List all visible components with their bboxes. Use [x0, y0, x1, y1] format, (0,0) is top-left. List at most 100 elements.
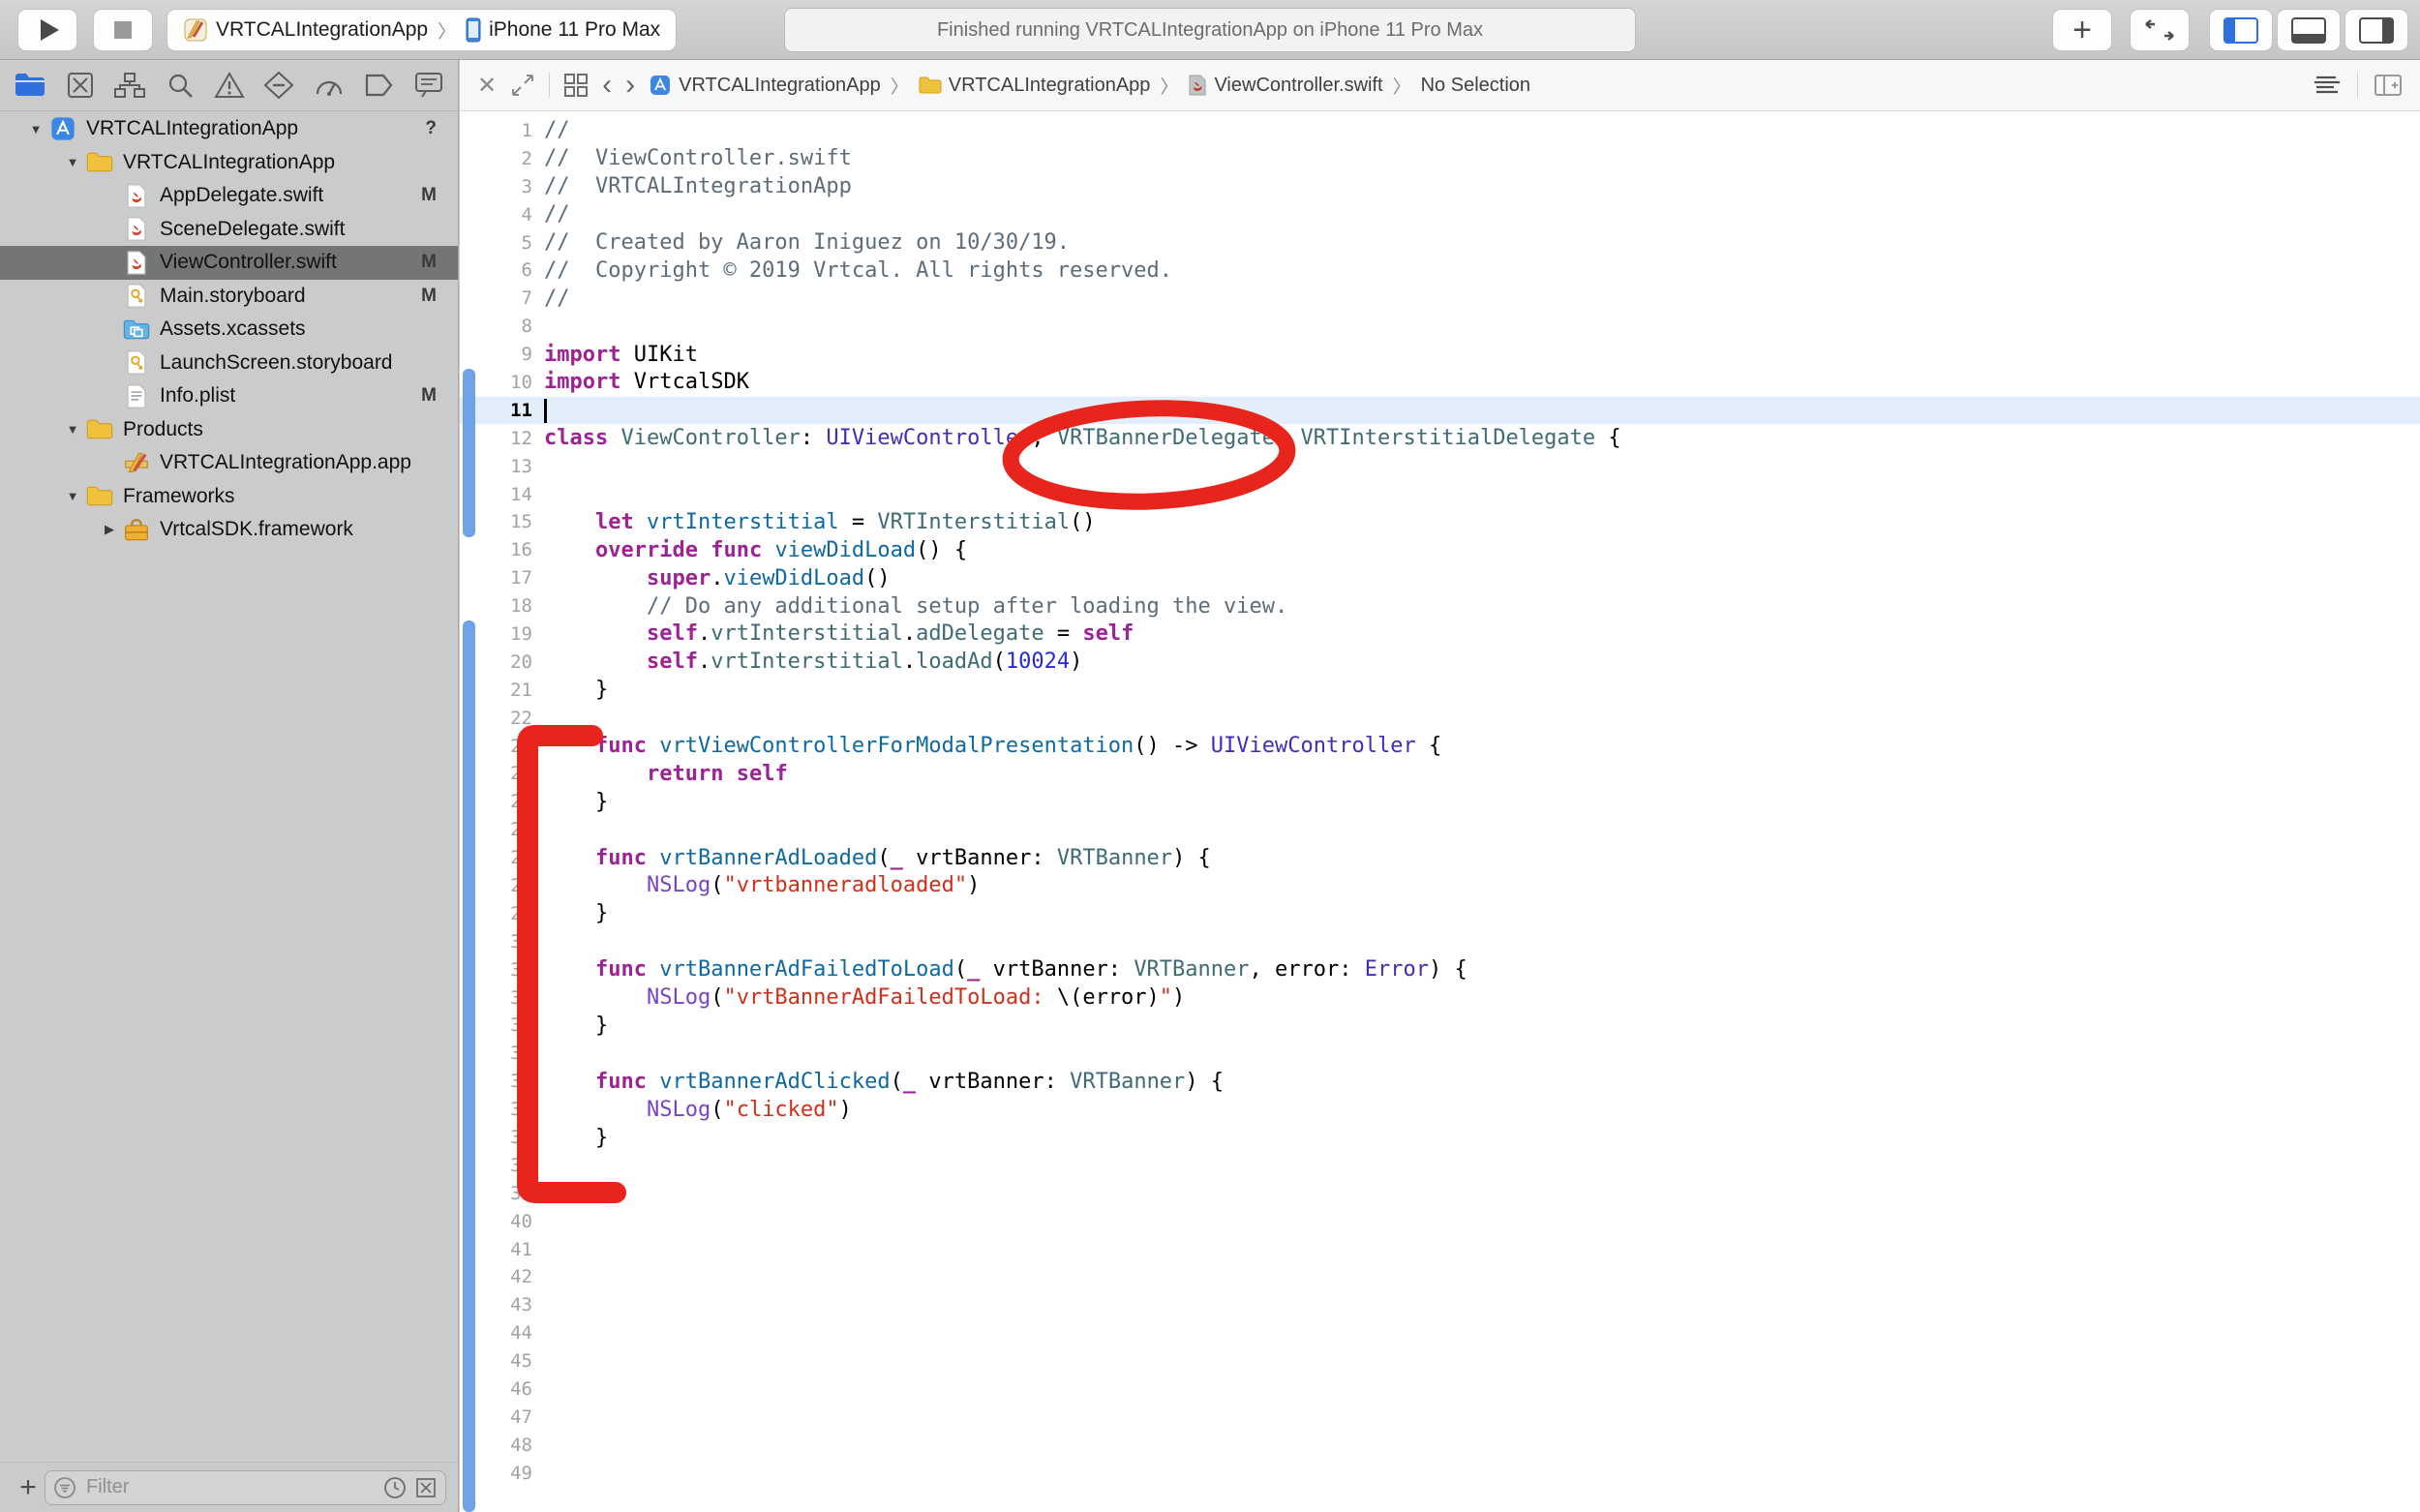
adjust-editor-options-icon[interactable]: [2313, 75, 2342, 96]
library-button[interactable]: +: [2052, 9, 2112, 51]
disclosure-triangle[interactable]: ▼: [60, 422, 85, 437]
forward-button[interactable]: ›: [625, 76, 635, 95]
file-row-viewcontroller-swift[interactable]: ViewController.swiftM: [0, 246, 458, 280]
code-line-47[interactable]: 47: [460, 1403, 2420, 1431]
code-line-34[interactable]: 34: [460, 1040, 2420, 1068]
code-line-36[interactable]: 36 NSLog("clicked"): [460, 1096, 2420, 1124]
report-navigator-icon[interactable]: [413, 71, 444, 100]
symbol-navigator-icon[interactable]: [113, 72, 146, 99]
code-line-1[interactable]: 1//: [460, 117, 2420, 145]
file-row-vrtcalintegrationapp[interactable]: ▼VRTCALIntegrationApp: [0, 146, 458, 180]
disclosure-triangle[interactable]: ▶: [97, 522, 122, 537]
file-row-frameworks[interactable]: ▼Frameworks: [0, 480, 458, 514]
code-line-27[interactable]: 27 func vrtBannerAdLoaded(_ vrtBanner: V…: [460, 844, 2420, 872]
toggle-navigator-button[interactable]: [2209, 9, 2273, 51]
code-line-16[interactable]: 16 override func viewDidLoad() {: [460, 536, 2420, 564]
code-line-30[interactable]: 30: [460, 927, 2420, 955]
code-line-13[interactable]: 13: [460, 452, 2420, 480]
file-row-appdelegate-swift[interactable]: AppDelegate.swiftM: [0, 179, 458, 213]
code-line-28[interactable]: 28 NSLog("vrtbanneradloaded"): [460, 872, 2420, 900]
code-line-38[interactable]: 38: [460, 1151, 2420, 1179]
code-line-25[interactable]: 25 }: [460, 788, 2420, 816]
code-line-39[interactable]: 39: [460, 1179, 2420, 1207]
code-line-23[interactable]: 23 func vrtViewControllerForModalPresent…: [460, 732, 2420, 760]
code-line-41[interactable]: 41: [460, 1235, 2420, 1263]
code-line-35[interactable]: 35 func vrtBannerAdClicked(_ vrtBanner: …: [460, 1068, 2420, 1096]
related-items-icon[interactable]: [563, 73, 589, 98]
code-line-40[interactable]: 40: [460, 1207, 2420, 1235]
recents-clock-icon[interactable]: [383, 1476, 407, 1499]
debug-navigator-icon[interactable]: [314, 71, 345, 100]
find-navigator-icon[interactable]: [166, 71, 195, 100]
code-line-6[interactable]: 6// Copyright © 2019 Vrtcal. All rights …: [460, 257, 2420, 285]
source-control-filter-icon[interactable]: [414, 1476, 438, 1499]
file-row-scenedelegate-swift[interactable]: SceneDelegate.swift: [0, 213, 458, 247]
close-editor-icon[interactable]: ✕: [477, 72, 497, 100]
toggle-debug-area-button[interactable]: [2277, 9, 2341, 51]
code-line-33[interactable]: 33 }: [460, 1012, 2420, 1040]
code-line-9[interactable]: 9import UIKit: [460, 341, 2420, 369]
code-line-49[interactable]: 49: [460, 1459, 2420, 1487]
focus-editor-icon[interactable]: [510, 73, 535, 98]
breadcrumb-file[interactable]: ViewController.swift: [1188, 74, 1382, 97]
add-editor-icon[interactable]: [2374, 74, 2403, 97]
code-line-12[interactable]: 12class ViewController: UIViewController…: [460, 424, 2420, 452]
code-line-4[interactable]: 4//: [460, 200, 2420, 228]
code-line-24[interactable]: 24 return self: [460, 760, 2420, 788]
file-row-products[interactable]: ▼Products: [0, 413, 458, 447]
code-line-5[interactable]: 5// Created by Aaron Iniguez on 10/30/19…: [460, 228, 2420, 257]
code-line-14[interactable]: 14: [460, 480, 2420, 508]
code-line-2[interactable]: 2// ViewController.swift: [460, 144, 2420, 172]
code-line-19[interactable]: 19 self.vrtInterstitial.adDelegate = sel…: [460, 620, 2420, 649]
breadcrumb-selection[interactable]: No Selection: [1421, 75, 1530, 97]
code-line-20[interactable]: 20 self.vrtInterstitial.loadAd(10024): [460, 648, 2420, 676]
test-navigator-icon[interactable]: [263, 71, 294, 100]
code-line-45[interactable]: 45: [460, 1347, 2420, 1376]
file-row-assets-xcassets[interactable]: Assets.xcassets: [0, 313, 458, 347]
filter-input[interactable]: [84, 1475, 376, 1499]
file-row-info-plist[interactable]: Info.plistM: [0, 379, 458, 413]
code-line-15[interactable]: 15 let vrtInterstitial = VRTInterstitial…: [460, 508, 2420, 536]
code-line-22[interactable]: 22: [460, 704, 2420, 732]
code-line-8[interactable]: 8: [460, 313, 2420, 341]
issue-navigator-icon[interactable]: [214, 71, 245, 100]
code-line-48[interactable]: 48: [460, 1431, 2420, 1459]
project-navigator-icon[interactable]: [14, 72, 46, 99]
source-control-navigator-icon[interactable]: [66, 71, 95, 100]
code-line-3[interactable]: 3// VRTCALIntegrationApp: [460, 172, 2420, 200]
code-line-11[interactable]: 11: [460, 396, 2420, 424]
add-file-button[interactable]: +: [12, 1473, 45, 1502]
breakpoint-navigator-icon[interactable]: [363, 72, 394, 99]
run-button[interactable]: [17, 9, 77, 51]
disclosure-triangle[interactable]: ▼: [60, 489, 85, 503]
code-line-42[interactable]: 42: [460, 1263, 2420, 1291]
code-line-46[interactable]: 46: [460, 1376, 2420, 1404]
disclosure-triangle[interactable]: ▼: [23, 122, 48, 136]
code-line-37[interactable]: 37 }: [460, 1124, 2420, 1152]
code-line-29[interactable]: 29 }: [460, 899, 2420, 927]
code-line-17[interactable]: 17 super.viewDidLoad(): [460, 564, 2420, 592]
code-line-18[interactable]: 18 // Do any additional setup after load…: [460, 592, 2420, 620]
code-line-7[interactable]: 7//: [460, 285, 2420, 313]
code-line-10[interactable]: 10import VrtcalSDK: [460, 369, 2420, 397]
code-line-32[interactable]: 32 NSLog("vrtBannerAdFailedToLoad: \(err…: [460, 983, 2420, 1012]
code-review-button[interactable]: [2130, 9, 2190, 51]
scheme-selector[interactable]: VRTCALIntegrationApp 〉 iPhone 11 Pro Max: [166, 9, 677, 51]
source-editor[interactable]: 1//2// ViewController.swift3// VRTCALInt…: [460, 112, 2420, 1512]
file-row-vrtcalintegrationapp-app[interactable]: VRTCALIntegrationApp.app: [0, 446, 458, 480]
code-line-26[interactable]: 26: [460, 816, 2420, 844]
back-button[interactable]: ‹: [602, 76, 612, 95]
code-line-31[interactable]: 31 func vrtBannerAdFailedToLoad(_ vrtBan…: [460, 955, 2420, 983]
stop-button[interactable]: [93, 9, 153, 51]
file-row-main-storyboard[interactable]: Main.storyboardM: [0, 280, 458, 314]
disclosure-triangle[interactable]: ▼: [60, 155, 85, 169]
file-row-vrtcalsdk-framework[interactable]: ▶VrtcalSDK.framework: [0, 513, 458, 547]
code-line-21[interactable]: 21 }: [460, 676, 2420, 704]
file-row-vrtcalintegrationapp[interactable]: ▼VRTCALIntegrationApp?: [0, 112, 458, 146]
file-row-launchscreen-storyboard[interactable]: LaunchScreen.storyboard: [0, 347, 458, 380]
breadcrumb-group[interactable]: VRTCALIntegrationApp: [919, 75, 1151, 97]
filter-field[interactable]: [45, 1470, 446, 1505]
code-line-43[interactable]: 43: [460, 1291, 2420, 1319]
breadcrumb-project[interactable]: VRTCALIntegrationApp: [649, 74, 881, 97]
code-line-44[interactable]: 44: [460, 1319, 2420, 1347]
